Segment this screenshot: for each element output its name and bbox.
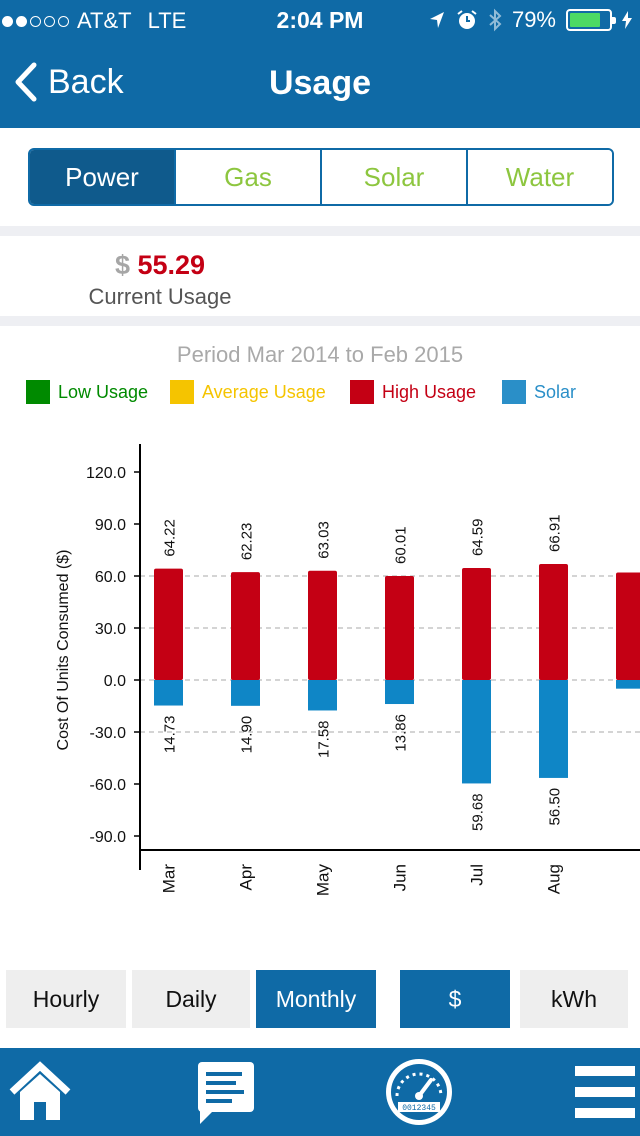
menu-icon bbox=[575, 1066, 635, 1118]
legend-item-low: Low Usage bbox=[26, 380, 148, 404]
high-usage-bar bbox=[539, 564, 568, 680]
high-usage-bar bbox=[154, 568, 183, 680]
dollars-button[interactable]: $ bbox=[400, 970, 510, 1028]
x-tick-label: Apr bbox=[237, 864, 256, 891]
bluetooth-icon bbox=[489, 8, 502, 32]
status-bar: AT&T LTE 2:04 PM 79% bbox=[0, 0, 640, 40]
legend-label: High Usage bbox=[382, 381, 477, 402]
solar-bar bbox=[308, 680, 337, 711]
chart-panel: Period Mar 2014 to Feb 2015 Low Usage Av… bbox=[0, 326, 640, 960]
utility-selector: Power Gas Solar Water bbox=[0, 128, 640, 226]
high-usage-bar bbox=[462, 568, 491, 680]
x-tick-label: Jul bbox=[468, 864, 487, 886]
usage-bar-chart[interactable]: 120.0 90.0 60.0 30.0 0.0 -30.0 -60.0 -90.0 Cost … bbox=[0, 426, 640, 906]
divider bbox=[0, 316, 640, 326]
tab-gas[interactable]: Gas bbox=[174, 150, 320, 204]
y-tick-label: -90.0 bbox=[90, 829, 127, 846]
usage-screen: AT&T LTE 2:04 PM 79% Back Usage Power Ga… bbox=[0, 0, 640, 1136]
menu-tab[interactable] bbox=[566, 1048, 640, 1136]
high-usage-bar bbox=[308, 570, 337, 680]
high-usage-value-label: 62.23 bbox=[239, 523, 256, 561]
high-usage-bar bbox=[616, 572, 640, 680]
solar-value-label: 14.73 bbox=[162, 716, 179, 754]
solar-bar bbox=[539, 680, 568, 778]
solar-value-label: 56.50 bbox=[547, 788, 564, 826]
x-tick-label: Aug bbox=[545, 864, 564, 894]
y-tick-label: 30.0 bbox=[95, 621, 126, 638]
solar-bar bbox=[231, 680, 260, 706]
meter-icon: 0012345 bbox=[386, 1059, 452, 1125]
hourly-button[interactable]: Hourly bbox=[6, 970, 126, 1028]
high-usage-value-label: 63.03 bbox=[316, 521, 333, 559]
y-axis-title: Cost Of Units Consumed ($) bbox=[55, 550, 72, 751]
legend-swatch bbox=[502, 380, 526, 404]
high-usage-bar bbox=[231, 572, 260, 680]
solar-value-label: 14.90 bbox=[239, 716, 256, 754]
y-tick-label: -60.0 bbox=[90, 777, 127, 794]
high-usage-bar bbox=[385, 575, 414, 680]
battery-percent: 79% bbox=[511, 7, 556, 32]
current-usage-panel: $ 55.29 Current Usage bbox=[0, 236, 640, 316]
kwh-button[interactable]: kWh bbox=[520, 970, 628, 1028]
utility-segmented-control: Power Gas Solar Water bbox=[28, 148, 614, 206]
x-tick-label: Mar bbox=[160, 864, 179, 894]
solar-value-label: 59.68 bbox=[470, 793, 487, 831]
y-tick-label: -30.0 bbox=[90, 725, 127, 742]
x-tick-label: May bbox=[314, 864, 333, 897]
solar-bar bbox=[154, 680, 183, 706]
message-icon bbox=[198, 1062, 254, 1124]
battery-icon bbox=[566, 9, 616, 31]
solar-value-label: 13.86 bbox=[393, 714, 410, 752]
alarm-icon bbox=[457, 10, 477, 29]
period-label: Period Mar 2014 to Feb 2015 bbox=[176, 342, 464, 367]
nav-bar: Back Usage bbox=[0, 40, 640, 128]
solar-bar bbox=[462, 680, 491, 784]
current-usage-amount: $ 55.29 bbox=[0, 250, 320, 281]
high-usage-value-label: 64.59 bbox=[470, 518, 487, 556]
legend-item-average: Average Usage bbox=[170, 380, 326, 404]
legend-item-high: High Usage bbox=[350, 380, 476, 404]
bottom-tab-bar: 0012345 bbox=[0, 1048, 640, 1136]
tab-solar[interactable]: Solar bbox=[320, 150, 466, 204]
tab-water[interactable]: Water bbox=[466, 150, 612, 204]
y-tick-label: 120.0 bbox=[86, 465, 126, 482]
high-usage-value-label: 60.01 bbox=[393, 526, 410, 564]
legend-label: Solar bbox=[534, 381, 577, 402]
current-usage-label: Current Usage bbox=[88, 284, 232, 309]
messages-tab[interactable] bbox=[188, 1048, 264, 1136]
legend-swatch bbox=[350, 380, 374, 404]
y-tick-label: 60.0 bbox=[95, 569, 126, 586]
solar-bar bbox=[385, 680, 414, 705]
page-title: Usage bbox=[268, 64, 372, 102]
legend-label: Low Usage bbox=[58, 381, 149, 402]
y-tick-label: 0.0 bbox=[104, 673, 126, 690]
header: AT&T LTE 2:04 PM 79% Back Usage bbox=[0, 0, 640, 128]
divider bbox=[0, 226, 640, 236]
legend-swatch bbox=[170, 380, 194, 404]
legend-item-solar: Solar bbox=[502, 380, 576, 404]
x-tick-label: Jun bbox=[391, 864, 410, 891]
home-icon bbox=[9, 1061, 71, 1120]
y-tick-label: 90.0 bbox=[95, 517, 126, 534]
charging-icon bbox=[622, 11, 632, 29]
meter-tab[interactable]: 0012345 bbox=[380, 1048, 458, 1136]
solar-bar bbox=[616, 680, 640, 689]
high-usage-value-label: 66.91 bbox=[547, 514, 564, 552]
solar-value-label: 17.58 bbox=[316, 720, 333, 758]
legend-swatch bbox=[26, 380, 50, 404]
high-usage-value-label: 64.22 bbox=[162, 519, 179, 557]
legend-label: Average Usage bbox=[202, 381, 326, 402]
monthly-button[interactable]: Monthly bbox=[256, 970, 376, 1028]
usage-value: 55.29 bbox=[137, 250, 206, 280]
location-arrow-icon bbox=[429, 12, 444, 28]
daily-button[interactable]: Daily bbox=[132, 970, 250, 1028]
tab-power[interactable]: Power bbox=[30, 150, 174, 204]
currency-symbol: $ bbox=[114, 250, 130, 280]
meter-readout: 0012345 bbox=[402, 1104, 436, 1113]
home-tab[interactable] bbox=[0, 1048, 80, 1136]
chart-legend: Low Usage Average Usage High Usage Solar bbox=[0, 380, 640, 406]
